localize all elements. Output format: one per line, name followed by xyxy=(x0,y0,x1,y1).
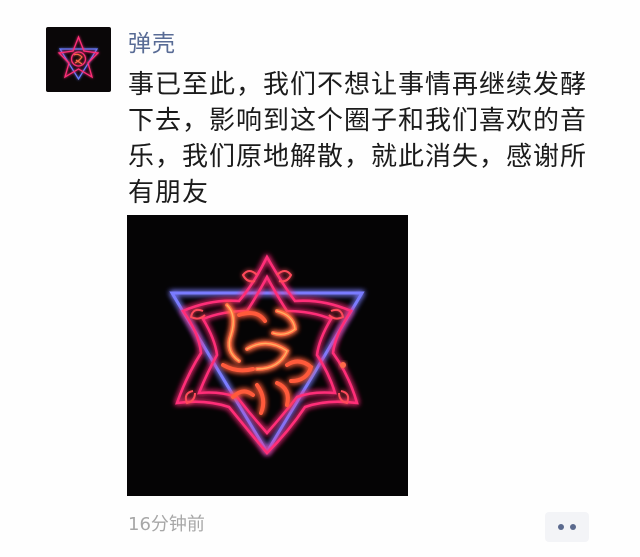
post-image[interactable] xyxy=(127,215,408,496)
author-name[interactable]: 弹壳 xyxy=(128,29,176,59)
more-dots-icon xyxy=(570,524,576,530)
neon-flower-triangle-logo-icon xyxy=(169,254,365,455)
neon-flower-logo-icon xyxy=(57,35,100,81)
moment-post: 弹壳 事已至此，我们不想让事情再继续发酵下去，影响到这个圈子和我们喜欢的音乐，我… xyxy=(0,0,640,557)
avatar[interactable] xyxy=(46,27,111,92)
more-options-button[interactable] xyxy=(545,512,589,542)
post-text: 事已至此，我们不想让事情再继续发酵下去，影响到这个圈子和我们喜欢的音乐，我们原地… xyxy=(128,70,588,208)
more-dots-icon xyxy=(558,524,564,530)
post-timestamp: 16分钟前 xyxy=(128,514,205,535)
